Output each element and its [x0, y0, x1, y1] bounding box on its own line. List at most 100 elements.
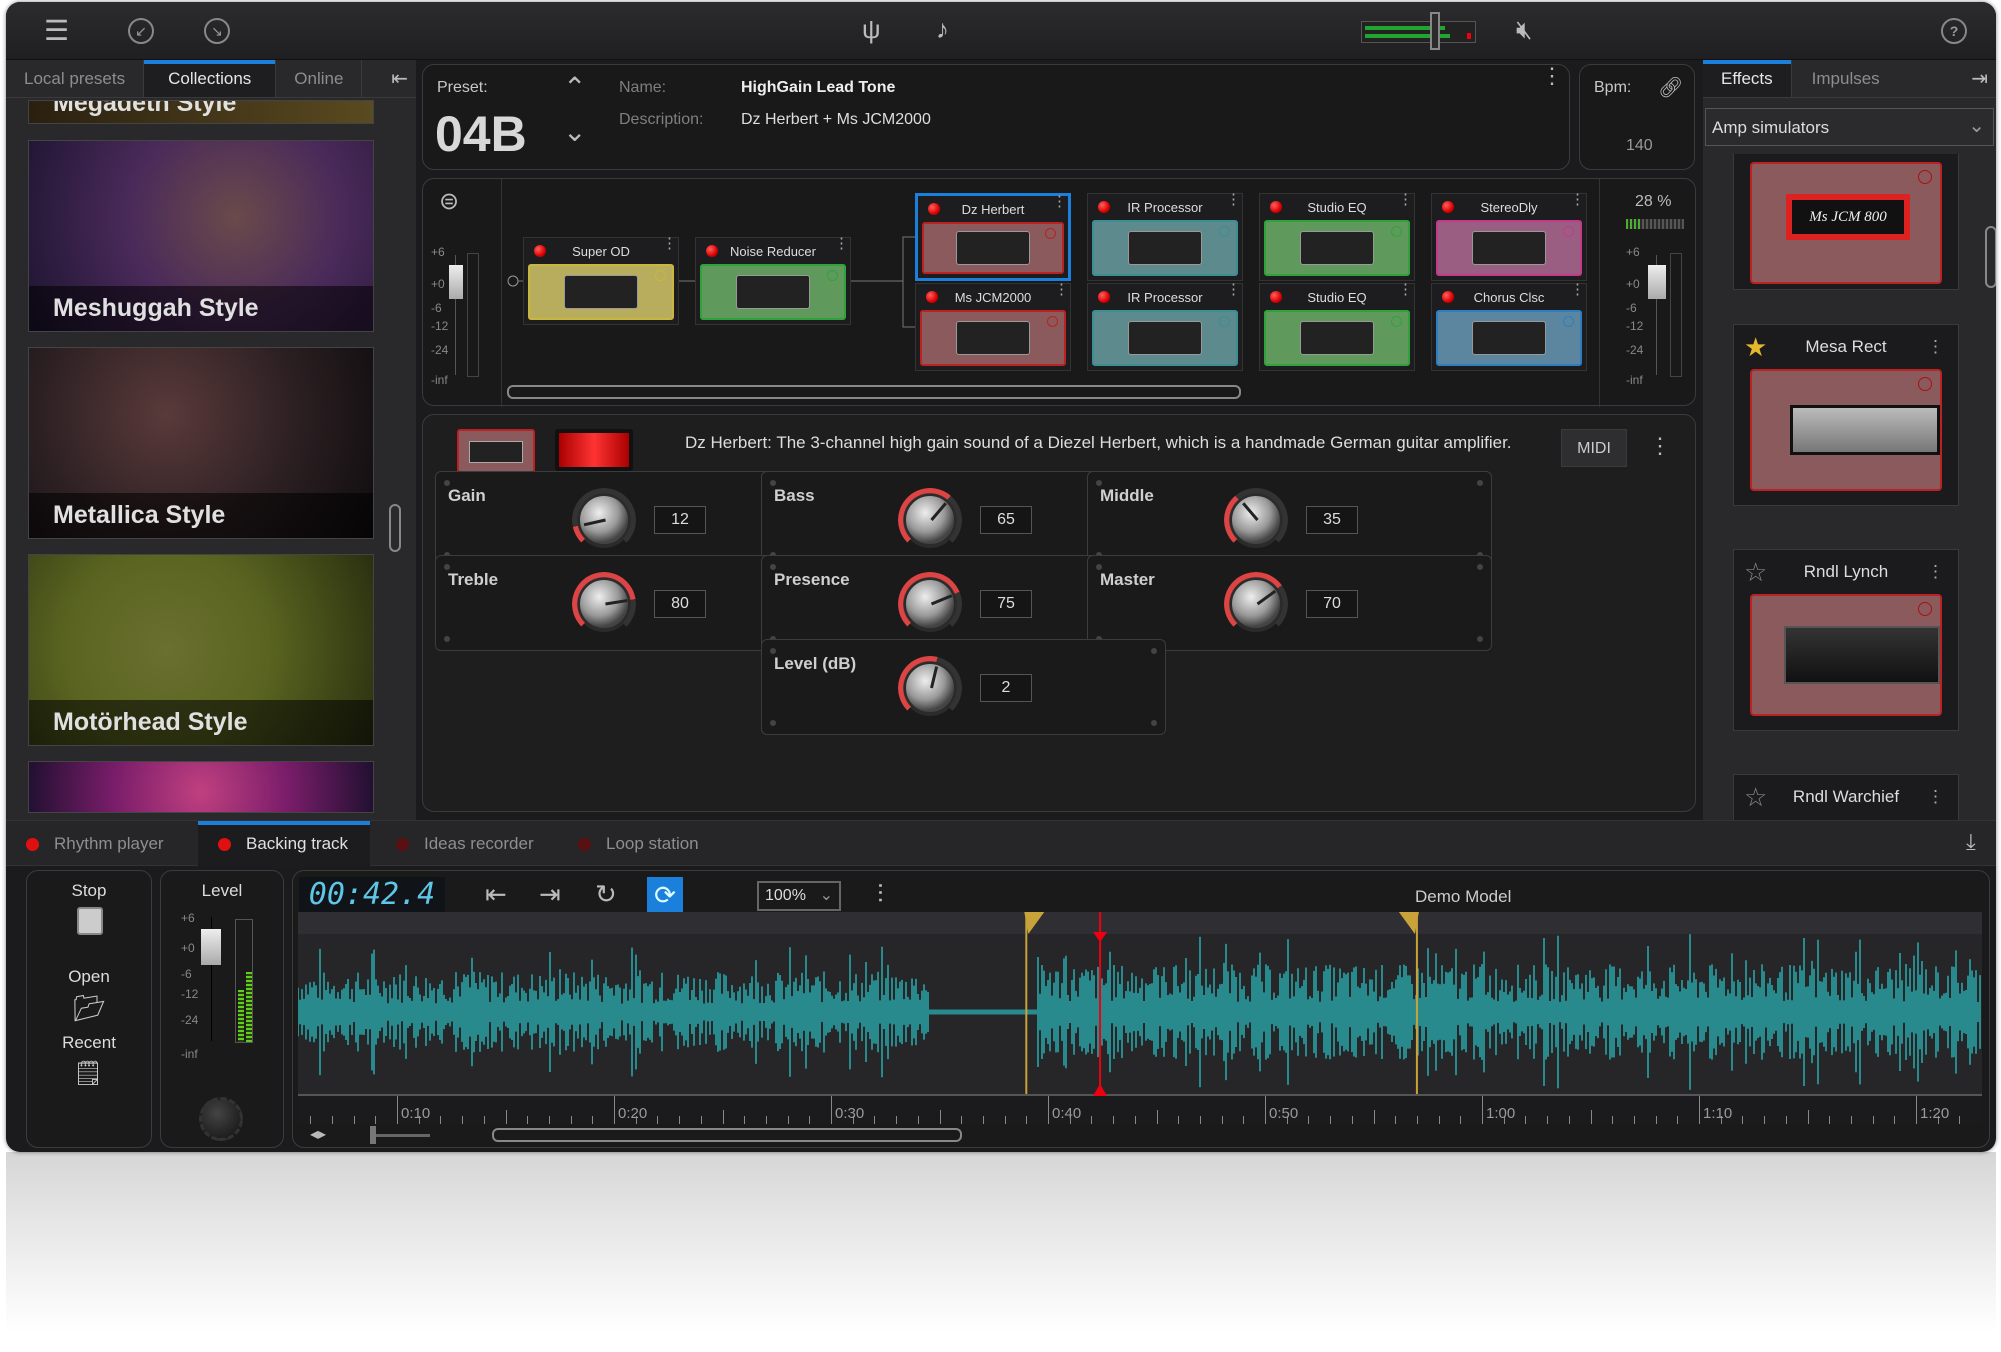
category-dropdown[interactable]: Amp simulators ⌄ — [1705, 108, 1994, 146]
tab-local-presets[interactable]: Local presets — [6, 60, 145, 97]
amp-more-icon[interactable]: ⋮ — [1927, 775, 1944, 819]
waveform[interactable]: 0:10 0:20 0:30 0:40 0:50 1:00 1:10 1:20 — [298, 912, 1982, 1124]
preset-more-icon[interactable]: ⋮ — [1541, 65, 1563, 87]
knob-value[interactable]: 70 — [1306, 590, 1358, 618]
tab-online[interactable]: Online — [276, 60, 363, 97]
preset-description[interactable]: Dz Herbert + Ms JCM2000 — [741, 111, 931, 129]
tab-collections[interactable]: Collections — [144, 60, 277, 97]
bpm-value[interactable]: 140 — [1626, 137, 1653, 155]
input-gain-fader[interactable] — [449, 265, 463, 299]
module-more-icon[interactable]: ⋮ — [1054, 282, 1069, 297]
module-more-icon[interactable]: ⋮ — [1570, 192, 1585, 207]
level-knob[interactable] — [199, 1097, 243, 1141]
tuner-fork-icon[interactable]: ψ — [862, 14, 881, 44]
repeat-icon[interactable]: ↻ — [595, 879, 617, 909]
collection-megadeth[interactable]: Megadeth Style — [28, 100, 374, 124]
amp-item[interactable]: ☆ Rndl Lynch ⋮ — [1733, 549, 1959, 731]
effect-module[interactable]: StereoDly ⋮ — [1431, 192, 1587, 281]
loop-toggle-icon[interactable]: ⟳ — [647, 877, 683, 913]
recent-files-icon[interactable]: 🗒︎ — [73, 1059, 103, 1089]
chain-scrollbar[interactable] — [507, 385, 1241, 399]
module-more-icon[interactable]: ⋮ — [1570, 282, 1585, 297]
amp-power-switch[interactable] — [555, 429, 633, 471]
effect-module[interactable]: Studio EQ ⋮ — [1259, 192, 1415, 281]
master-volume-slider[interactable] — [1361, 12, 1476, 50]
knob[interactable] — [898, 572, 962, 636]
tab-ideas-recorder[interactable]: Ideas recorder — [376, 821, 556, 867]
amp-more-icon[interactable]: ⋮ — [1927, 325, 1944, 369]
knob[interactable] — [572, 488, 636, 552]
waveform-scrollbar[interactable] — [492, 1128, 962, 1142]
redo-icon[interactable]: ↘ — [204, 18, 230, 44]
preset-up-icon[interactable]: ⌃ — [563, 73, 586, 103]
knob[interactable] — [572, 572, 636, 636]
effect-module[interactable]: Super OD ⋮ — [523, 236, 679, 325]
tab-rhythm-player[interactable]: Rhythm player — [6, 821, 196, 867]
skip-to-start-icon[interactable]: ⇤ — [485, 879, 507, 909]
effects-scrollbar[interactable] — [1985, 226, 1996, 288]
menu-icon[interactable]: ☰ — [44, 16, 69, 46]
favorite-star-icon[interactable]: ★ — [1744, 325, 1767, 369]
module-more-icon[interactable]: ⋮ — [662, 236, 677, 251]
zoom-arrows-icon[interactable]: ◂▸ — [310, 1120, 326, 1150]
knob-value[interactable]: 75 — [980, 590, 1032, 618]
collapse-bottom-icon[interactable]: ⤓ — [1966, 827, 1976, 857]
effect-module[interactable]: IR Processor ⋮ — [1087, 282, 1243, 371]
zoom-dropdown[interactable]: 100% ⌄ — [757, 881, 841, 911]
mute-speaker-icon[interactable]: 🔇︎ — [1516, 14, 1532, 44]
undo-icon[interactable]: ↙ — [128, 18, 154, 44]
amp-item[interactable]: Ms JCM 800 — [1733, 154, 1959, 290]
tab-impulses[interactable]: Impulses — [1792, 60, 1900, 97]
amp-item[interactable]: ★ Mesa Rect ⋮ — [1733, 324, 1959, 506]
stop-button[interactable] — [77, 907, 103, 935]
zoom-slider[interactable] — [370, 1126, 430, 1144]
presets-scrollbar[interactable] — [389, 504, 401, 552]
link-icon[interactable]: 🔗︎ — [1658, 73, 1683, 103]
knob[interactable] — [1224, 488, 1288, 552]
module-more-icon[interactable]: ⋮ — [1398, 192, 1413, 207]
output-gain-fader[interactable] — [1648, 265, 1666, 299]
collapse-right-icon[interactable]: ⇥ — [1971, 64, 1988, 94]
amp-thumbnail[interactable] — [457, 429, 535, 473]
effect-module[interactable]: Noise Reducer ⋮ — [695, 236, 851, 325]
knob[interactable] — [898, 656, 962, 720]
effect-module[interactable]: Dz Herbert ⋮ — [915, 193, 1071, 281]
tab-loop-station[interactable]: Loop station — [558, 821, 738, 867]
editor-more-icon[interactable]: ⋮ — [1649, 431, 1671, 461]
favorite-star-icon[interactable]: ☆ — [1744, 775, 1767, 819]
effect-module[interactable]: Studio EQ ⋮ — [1259, 282, 1415, 371]
knob[interactable] — [898, 488, 962, 552]
effect-module[interactable]: IR Processor ⋮ — [1087, 192, 1243, 281]
open-folder-icon[interactable]: 📂︎ — [73, 993, 106, 1023]
knob-value[interactable]: 80 — [654, 590, 706, 618]
module-more-icon[interactable]: ⋮ — [834, 236, 849, 251]
volume-thumb[interactable] — [1430, 12, 1440, 50]
collection-metallica[interactable]: Metallica Style — [28, 347, 374, 539]
help-icon[interactable]: ? — [1941, 18, 1967, 44]
preset-down-icon[interactable]: ⌄ — [563, 117, 586, 147]
knob[interactable] — [1224, 572, 1288, 636]
mixer-icon[interactable]: ⫶ — [877, 879, 884, 909]
tab-backing-track[interactable]: Backing track — [198, 821, 370, 867]
collection-motorhead[interactable]: Motörhead Style — [28, 554, 374, 746]
amp-item[interactable]: ☆ Rndl Warchief ⋮ — [1733, 774, 1959, 820]
guitar-icon[interactable]: ♪ — [936, 14, 949, 44]
amp-more-icon[interactable]: ⋮ — [1927, 550, 1944, 594]
module-more-icon[interactable]: ⋮ — [1226, 282, 1241, 297]
skip-to-end-icon[interactable]: ⇥ — [539, 879, 561, 909]
level-fader[interactable] — [201, 929, 221, 965]
module-more-icon[interactable]: ⋮ — [1398, 282, 1413, 297]
midi-button[interactable]: MIDI — [1561, 429, 1627, 467]
collection-next[interactable] — [28, 761, 374, 813]
preset-name[interactable]: HighGain Lead Tone — [741, 79, 895, 97]
module-more-icon[interactable]: ⋮ — [1226, 192, 1241, 207]
knob-value[interactable]: 65 — [980, 506, 1032, 534]
tab-effects[interactable]: Effects — [1703, 60, 1792, 97]
knob-value[interactable]: 35 — [1306, 506, 1358, 534]
timeline[interactable]: 0:10 0:20 0:30 0:40 0:50 1:00 1:10 1:20 — [298, 1084, 1982, 1124]
knob-value[interactable]: 12 — [654, 506, 706, 534]
collapse-left-icon[interactable]: ⇤ — [391, 64, 408, 94]
knob-value[interactable]: 2 — [980, 674, 1032, 702]
favorite-star-icon[interactable]: ☆ — [1744, 550, 1767, 594]
input-routing-icon[interactable]: ⊜ — [439, 187, 459, 217]
